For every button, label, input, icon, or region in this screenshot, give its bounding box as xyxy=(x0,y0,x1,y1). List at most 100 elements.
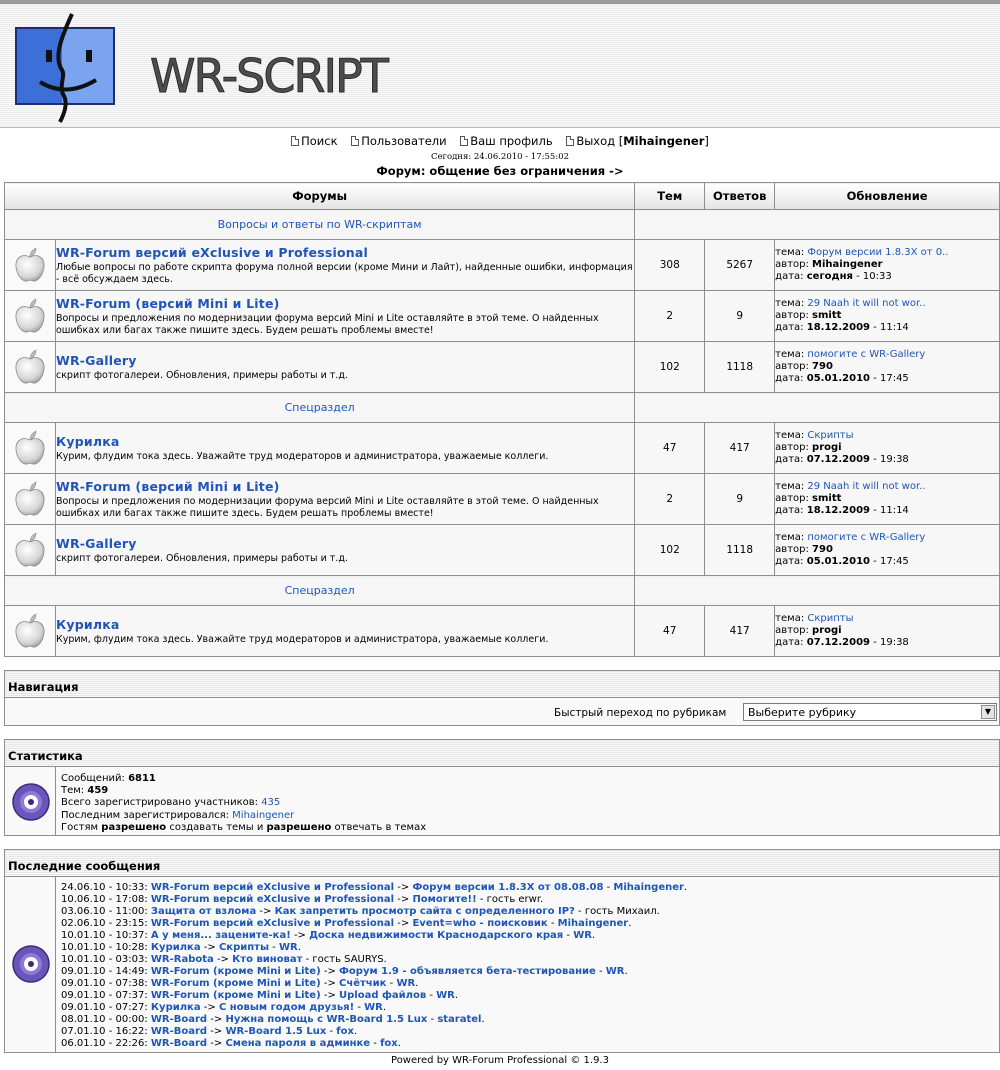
last-time: 11:14 xyxy=(879,322,909,333)
recent-forum-link[interactable]: WR-Forum версий eXclusive и Professional xyxy=(151,882,394,893)
recent-topic-link[interactable]: Скрипты xyxy=(219,942,269,953)
logout-link[interactable]: Выход [Mihaingener] xyxy=(566,134,709,148)
recent-topic-link[interactable]: Форум 1.9 - объявляется бета-тестировани… xyxy=(339,966,596,977)
forum-last-update: тема: 29 Naah it will not wor.. автор: sm… xyxy=(774,473,1000,525)
forum-name-link[interactable]: WR-Forum (версий Mini и Lite) xyxy=(56,296,634,311)
section-title[interactable]: Вопросы и ответы по WR-скриптам xyxy=(3,209,636,240)
forum-name-link[interactable]: WR-Gallery xyxy=(56,353,634,368)
recent-post-item: 09.01.10 - 07:38: WR-Forum (кроме Mini и… xyxy=(61,978,419,989)
apple-forum-icon xyxy=(15,247,45,282)
last-topic-link[interactable]: 29 Naah it will not wor.. xyxy=(807,481,925,492)
forum-replies-count: 1118 xyxy=(704,524,776,576)
members-count-link[interactable]: 435 xyxy=(261,797,280,808)
recent-author-link[interactable]: staratel xyxy=(437,1014,481,1025)
forum-name-link[interactable]: WR-Forum версий eXclusive и Professional xyxy=(56,245,634,260)
forum-name-link[interactable]: Курилка xyxy=(56,434,634,449)
recent-post-item: 06.01.10 - 22:26: WR-Board -> Смена паро… xyxy=(61,1038,401,1049)
forum-replies-count: 417 xyxy=(704,605,776,657)
last-author: smitt xyxy=(812,493,842,504)
recent-forum-link[interactable]: WR-Forum версий eXclusive и Professional xyxy=(151,894,394,905)
recent-date: 03.06.10 - 11:00: xyxy=(61,906,148,917)
recent-topic-link[interactable]: Смена пароля в админке xyxy=(225,1038,370,1049)
recent-post-item: 09.01.10 - 07:37: WR-Forum (кроме Mini и… xyxy=(61,990,459,1001)
last-topic-link[interactable]: помогите с WR-Gallery xyxy=(807,532,925,543)
recent-author: гость Михаил. xyxy=(584,906,660,917)
recent-forum-link[interactable]: WR-Board xyxy=(151,1026,207,1037)
recent-forum-link[interactable]: Защита от взлома xyxy=(151,906,256,917)
recent-topic-link[interactable]: WR-Board 1.5 Lux xyxy=(225,1026,326,1037)
recent-post-item: 07.01.10 - 16:22: WR-Board -> WR-Board 1… xyxy=(61,1026,358,1037)
last-topic-link[interactable]: Форум версии 1.8.3X от 0.. xyxy=(807,247,948,258)
recent-author-link[interactable]: fox xyxy=(380,1038,398,1049)
last-author: Mihaingener xyxy=(812,259,883,270)
apple-forum-icon xyxy=(15,481,45,516)
recent-author-link[interactable]: Mihaingener xyxy=(558,918,629,929)
recent-topic-link[interactable]: Upload файлов xyxy=(339,990,426,1001)
forum-row: WR-Forum версий eXclusive и Professional… xyxy=(4,239,1000,291)
recent-topic-link[interactable]: Доска недвижимости Краснодарского края xyxy=(309,930,563,941)
recent-forum-link[interactable]: WR-Forum (кроме Mini и Lite) xyxy=(151,978,321,989)
category-select[interactable]: Выберите рубрику ▼ xyxy=(743,703,997,721)
last-date: 05.01.2010 xyxy=(806,373,870,384)
users-link[interactable]: Пользователи xyxy=(351,134,447,148)
forum-last-update: тема: Скрипты автор: progi дата: 07.12.200… xyxy=(774,422,1000,474)
recent-forum-link[interactable]: Курилка xyxy=(151,942,201,953)
recent-date: 07.01.10 - 16:22: xyxy=(61,1026,148,1037)
recent-date: 08.01.10 - 00:00: xyxy=(61,1014,148,1025)
wr-script-logo-text: WR-SCRIPT xyxy=(150,49,392,104)
recent-author-link[interactable]: WR xyxy=(279,942,298,953)
recent-topic-link[interactable]: Кто виноват xyxy=(232,954,302,965)
recent-topic-link[interactable]: Счётчик xyxy=(339,978,386,989)
search-link[interactable]: Поиск xyxy=(291,134,338,148)
recent-forum-link[interactable]: WR-Forum (кроме Mini и Lite) xyxy=(151,966,321,977)
section-title[interactable]: Спецраздел xyxy=(3,575,636,606)
chevron-down-icon[interactable]: ▼ xyxy=(981,705,995,719)
recent-date: 06.01.10 - 22:26: xyxy=(61,1038,148,1049)
recent-author-link[interactable]: Mihaingener xyxy=(613,882,684,893)
statistics-panel: Сообщений: 6811 Тем: 459 Всего зарегистр… xyxy=(4,767,1000,836)
recent-post-item: 09.01.10 - 07:27: Курилка -> С новым год… xyxy=(61,1002,387,1013)
last-topic-link[interactable]: помогите с WR-Gallery xyxy=(807,349,925,360)
forum-name-link[interactable]: Курилка xyxy=(56,617,634,632)
recent-topic-link[interactable]: Как запретить просмотр сайта с определен… xyxy=(275,906,575,917)
recent-forum-link[interactable]: WR-Forum версий eXclusive и Professional xyxy=(151,918,394,929)
apple-forum-icon xyxy=(15,532,45,567)
recent-forum-link[interactable]: Курилка xyxy=(151,1002,201,1013)
section-row: Спецраздел xyxy=(3,575,1000,606)
forum-name-link[interactable]: WR-Gallery xyxy=(56,536,634,551)
recent-date: 24.06.10 - 10:33: xyxy=(61,882,148,893)
recent-author-link[interactable]: WR xyxy=(396,978,415,989)
last-topic-link[interactable]: Скрипты xyxy=(807,430,853,441)
section-title[interactable]: Спецраздел xyxy=(3,392,636,423)
recent-forum-link[interactable]: WR-Rabota xyxy=(151,954,214,965)
profile-link[interactable]: Ваш профиль xyxy=(460,134,553,148)
last-topic-link[interactable]: Скрипты xyxy=(807,613,853,624)
recent-author-link[interactable]: WR xyxy=(573,930,592,941)
forum-last-update: тема: 29 Naah it will not wor.. автор: sm… xyxy=(774,290,1000,342)
recent-forum-link[interactable]: А у меня... заценитe-ка! xyxy=(151,930,291,941)
recent-author-link[interactable]: WR xyxy=(436,990,455,1001)
recent-post-item: 24.06.10 - 10:33: WR-Forum версий eXclus… xyxy=(61,882,688,893)
recent-forum-link[interactable]: WR-Forum (кроме Mini и Lite) xyxy=(151,990,321,1001)
recent-author-link[interactable]: fox xyxy=(336,1026,354,1037)
recent-topic-link[interactable]: Event=who - поисковик xyxy=(412,918,547,929)
recent-author-link[interactable]: WR xyxy=(364,1002,383,1013)
forum-title: Форум: общение без ограничения -> xyxy=(376,164,624,178)
last-registered-link[interactable]: Mihaingener xyxy=(232,810,294,821)
recent-forum-link[interactable]: WR-Board xyxy=(151,1014,207,1025)
recent-date: 09.01.10 - 07:38: xyxy=(61,978,148,989)
forum-name-link[interactable]: WR-Forum (версий Mini и Lite) xyxy=(56,479,634,494)
forum-replies-count: 417 xyxy=(704,422,776,474)
finder-logo-icon[interactable] xyxy=(14,10,118,126)
recent-topic-link[interactable]: Помогите!! xyxy=(412,894,476,905)
forums-body: Вопросы и ответы по WR-скриптам WR-Forum … xyxy=(3,209,1000,657)
page-icon xyxy=(291,136,300,146)
recent-author-link[interactable]: WR xyxy=(606,966,625,977)
statistics-header: Статистика xyxy=(4,739,1000,767)
recent-forum-link[interactable]: WR-Board xyxy=(151,1038,207,1049)
recent-topic-link[interactable]: Форум версии 1.8.3X от 08.08.08 xyxy=(412,882,603,893)
last-topic-link[interactable]: 29 Naah it will not wor.. xyxy=(807,298,925,309)
forum-last-update: тема: Форум версии 1.8.3X от 0.. автор: M… xyxy=(774,239,1000,291)
recent-topic-link[interactable]: С новым годом друзья! xyxy=(219,1002,354,1013)
recent-topic-link[interactable]: Нужна помощь с WR-Board 1.5 Lux xyxy=(225,1014,427,1025)
